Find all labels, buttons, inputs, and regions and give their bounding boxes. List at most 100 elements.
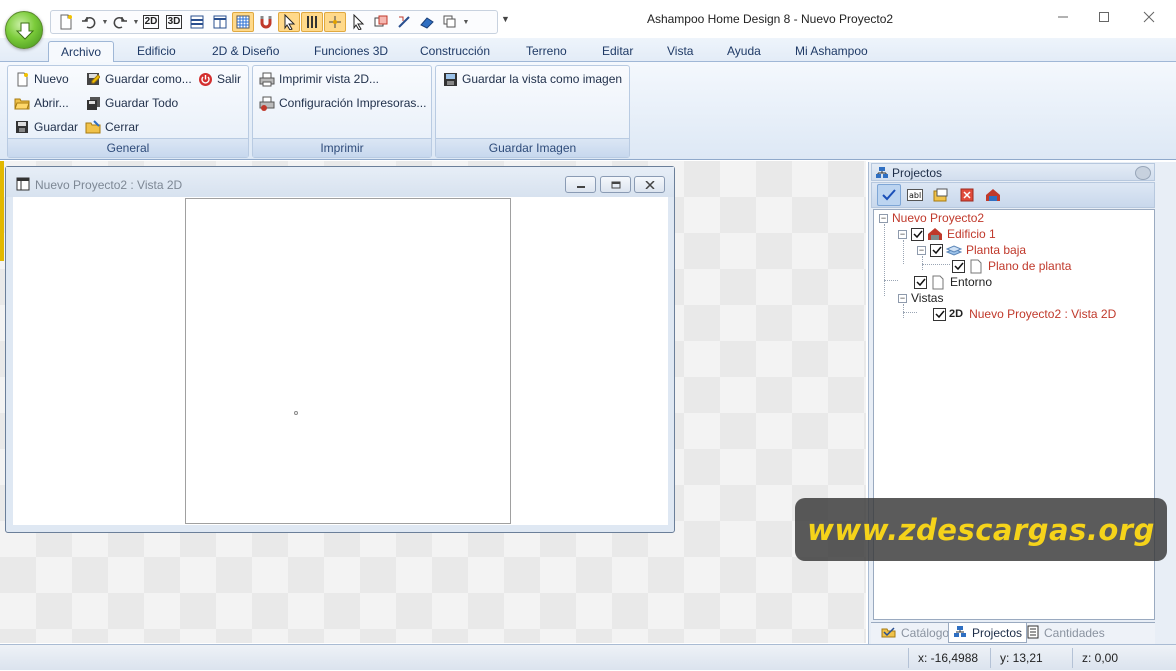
collapse-icon[interactable]: − [898,229,907,239]
new-button[interactable]: Nuevo [14,69,69,89]
tree-node-project[interactable]: − Nuevo Proyecto2 [879,210,984,226]
view-2d-icon[interactable]: 2D [140,12,162,32]
save-button[interactable]: Guardar [14,117,78,137]
view-close-button[interactable] [634,176,665,193]
undo-dropdown-icon[interactable]: ▼ [101,19,109,26]
tree-node-surroundings[interactable]: Entorno [914,274,992,290]
application-menu-button[interactable] [5,11,43,49]
collapse-icon[interactable]: − [879,213,888,223]
house-icon [927,226,943,242]
select-arrow-icon[interactable] [278,12,300,32]
delete-icon[interactable] [955,184,979,206]
tree-node-view-2d[interactable]: 2D Nuevo Proyecto2 : Vista 2D [933,306,1116,322]
ribbon-tabs: Archivo Edificio 2D & Diseño Funciones 3… [0,38,1176,63]
window-title: Ashampoo Home Design 8 - Nuevo Proyecto2 [646,12,894,26]
tab-funciones-3d[interactable]: Funciones 3D [302,41,400,62]
layout-horizontal-icon[interactable] [186,12,208,32]
rename-icon[interactable]: abl [903,184,927,206]
drawing-canvas[interactable] [13,197,668,525]
exit-button[interactable]: Salir [197,69,241,89]
tab-construccion[interactable]: Construcción [408,41,502,62]
tree-node-floor-plan[interactable]: Plano de planta [952,258,1071,274]
copy-dropdown-icon[interactable]: ▼ [462,19,470,26]
window-icon [16,177,30,194]
save-image-icon [442,71,458,87]
print-2d-button[interactable]: Imprimir vista 2D... [259,69,379,89]
grid-icon[interactable] [232,12,254,32]
tab-editar[interactable]: Editar [590,41,645,62]
pointer-icon[interactable] [347,12,369,32]
pin-icon[interactable] [1135,166,1151,180]
print-2d-label: Imprimir vista 2D... [279,72,380,86]
material-icon[interactable] [416,12,438,32]
projects-panel: Projectos abl − Nuevo Proyecto2 − Edific… [868,162,1176,644]
tree-node-floor[interactable]: − Planta baja [917,242,1026,258]
view-minimize-button[interactable] [565,176,596,193]
floor-checkbox[interactable] [930,243,943,257]
building-icon[interactable] [981,184,1005,206]
copy-icon[interactable] [439,12,461,32]
surroundings-checkbox[interactable] [914,275,927,289]
tab-mi-ashampoo[interactable]: Mi Ashampoo [783,41,880,62]
status-separator [990,648,991,668]
view-3d-icon[interactable]: 3D [163,12,185,32]
tab-archivo[interactable]: Archivo [48,41,115,63]
tab-vista[interactable]: Vista [655,41,705,62]
guides-icon[interactable] [301,12,323,32]
tab-2d-diseno[interactable]: 2D & Diseño [200,41,291,62]
tab-catalog[interactable]: Catálogo [877,623,953,643]
project-tree-icon [953,625,967,641]
view-2d-titlebar[interactable]: Nuevo Proyecto2 : Vista 2D [6,167,674,197]
view-2d-window: Nuevo Proyecto2 : Vista 2D [5,166,675,533]
collapse-icon[interactable]: − [917,245,926,255]
undo-icon[interactable] [78,12,100,32]
panel-tab-strip: Catálogo Projectos Cantidades [871,622,1155,644]
tree-connector [884,224,885,296]
status-x-coordinate: x: -16,4988 [918,651,979,665]
close-project-button[interactable]: Cerrar [85,117,139,137]
new-document-icon[interactable] [55,12,77,32]
properties-icon[interactable] [929,184,953,206]
project-tree-icon [875,166,889,182]
tab-terreno[interactable]: Terreno [514,41,579,62]
floor-plan-checkbox[interactable] [952,259,965,273]
pick-icon[interactable] [393,12,415,32]
tab-ayuda[interactable]: Ayuda [715,41,773,62]
floor-name: Planta baja [966,243,1027,257]
views-name: Vistas [911,291,944,305]
save-all-button[interactable]: Guardar Todo [85,93,178,113]
printer-setup-button[interactable]: Configuración Impresoras... [259,93,426,113]
close-button[interactable] [1126,6,1172,28]
save-view-image-button[interactable]: Guardar la vista como imagen [442,69,622,89]
magnet-icon[interactable] [255,12,277,32]
snap-icon[interactable] [324,12,346,32]
save-as-button[interactable]: Guardar como... [85,69,192,89]
redo-icon[interactable] [109,12,131,32]
building-checkbox[interactable] [911,227,924,241]
group-print-label: Imprimir [253,138,431,157]
measure-icon[interactable] [370,12,392,32]
collapse-icon[interactable]: − [898,293,907,303]
down-arrow-icon [15,22,35,40]
customize-toolbar-icon[interactable]: ▼ [501,14,510,24]
tree-node-building[interactable]: − Edificio 1 [898,226,996,242]
ribbon-panel: Nuevo Abrir... Guardar Guardar como... G… [0,62,1176,160]
projects-panel-title: Projectos [892,166,943,180]
tab-quantities[interactable]: Cantidades [1023,623,1109,643]
origin-marker [294,411,298,415]
status-y-coordinate: y: 13,21 [1000,651,1043,665]
new-label: Nuevo [34,72,69,86]
view-2d-checkbox[interactable] [933,307,946,321]
open-button[interactable]: Abrir... [14,93,69,113]
floor-plan-name: Plano de planta [988,259,1072,273]
redo-dropdown-icon[interactable]: ▼ [132,19,140,26]
tree-connector [922,256,923,270]
layout-split-icon[interactable] [209,12,231,32]
minimize-button[interactable] [1040,6,1086,28]
view-restore-button[interactable] [600,176,631,193]
maximize-button[interactable] [1081,6,1127,28]
tab-edificio[interactable]: Edificio [125,41,188,62]
checkmark-icon[interactable] [877,184,901,206]
tab-projects[interactable]: Projectos [948,623,1028,643]
tree-node-views[interactable]: − Vistas [898,290,943,306]
